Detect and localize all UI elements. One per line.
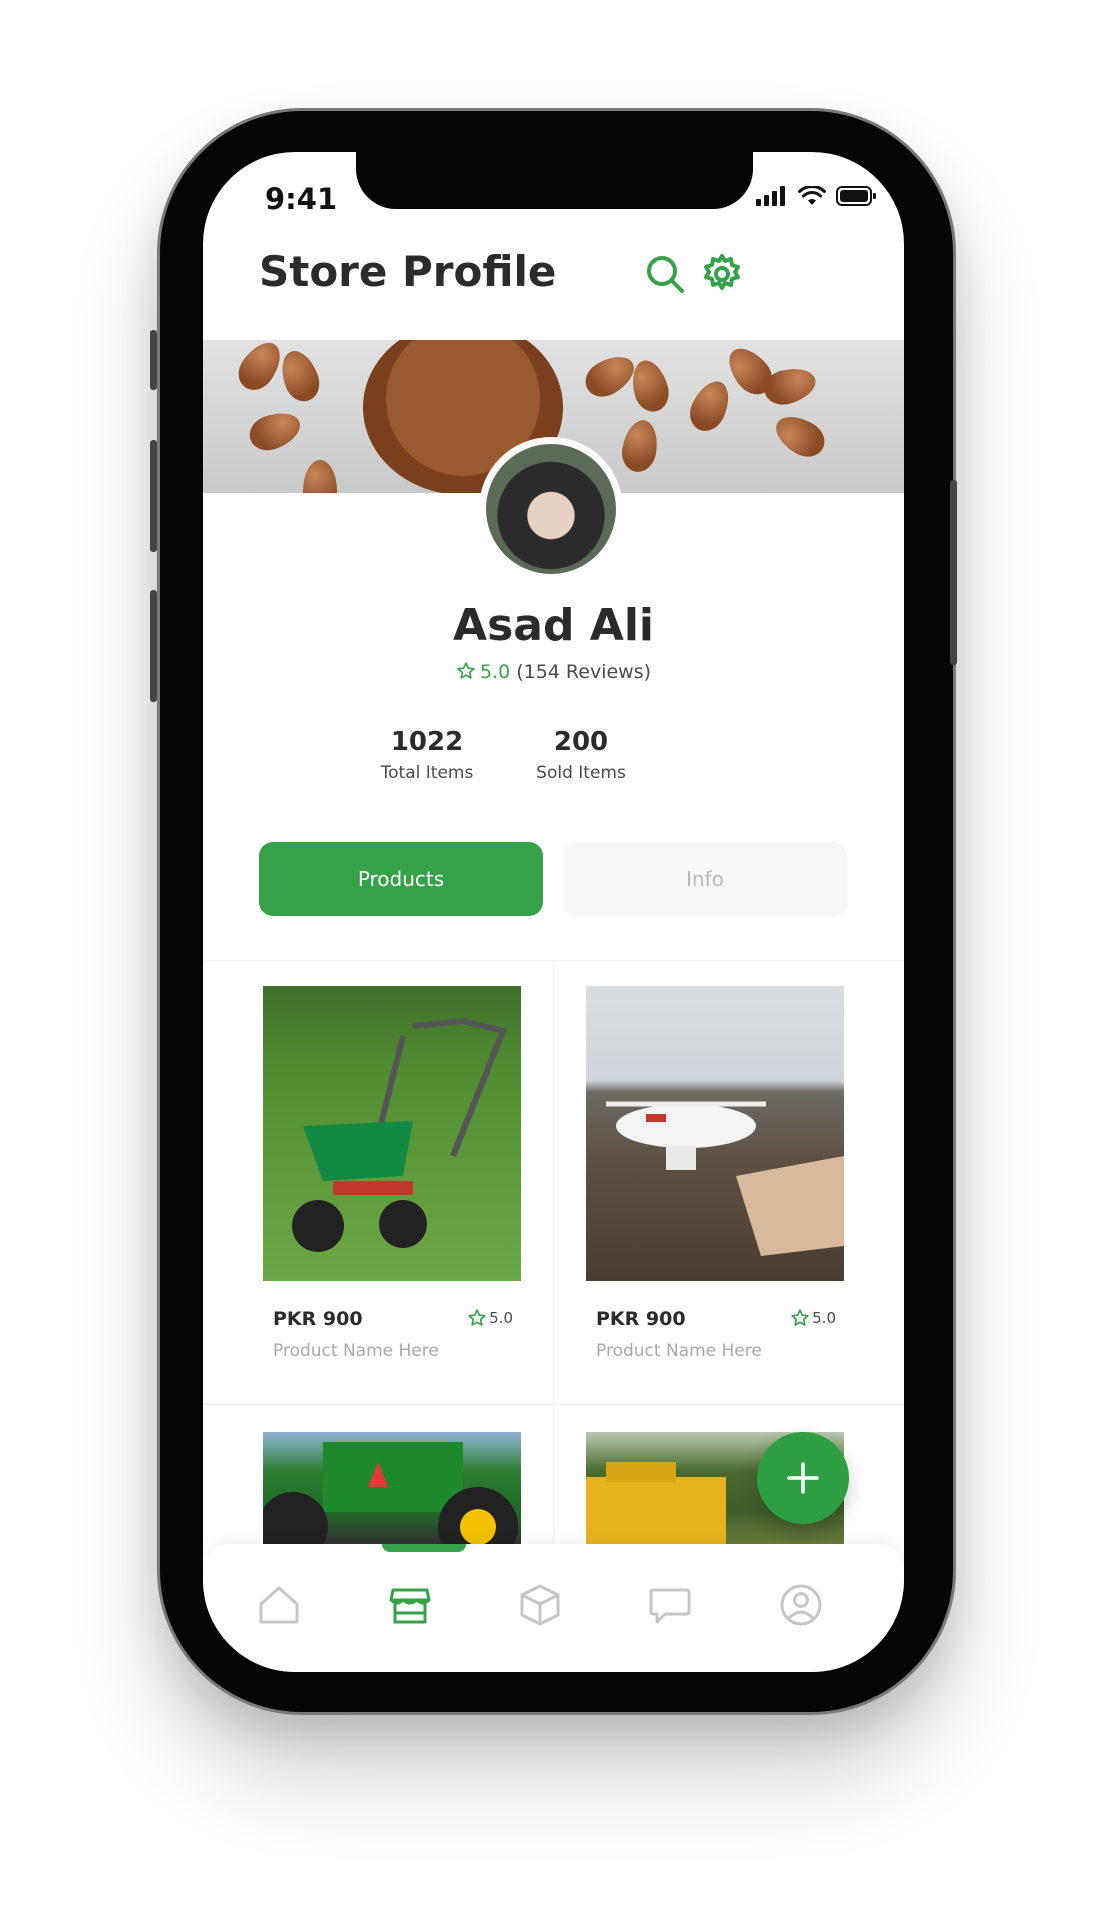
- product-name: Product Name Here: [596, 1341, 762, 1361]
- box-icon: [520, 1584, 560, 1626]
- product-rating-value: 5.0: [489, 1309, 513, 1327]
- stat-label: Total Items: [380, 763, 474, 783]
- almond: [683, 375, 737, 437]
- nav-active-indicator: [382, 1544, 466, 1552]
- wifi-icon: [798, 186, 826, 205]
- product-image: [263, 986, 521, 1281]
- product-price: PKR 900: [273, 1308, 363, 1330]
- almond: [303, 460, 337, 493]
- stat-value: 1022: [390, 727, 464, 757]
- tab-products[interactable]: Products: [259, 842, 543, 916]
- star-icon: [457, 662, 475, 679]
- review-count: (154 Reviews): [516, 661, 652, 683]
- status-time: 9:41: [265, 182, 338, 216]
- almond: [768, 408, 832, 464]
- side-button: [150, 330, 157, 390]
- battery-icon: [836, 186, 876, 206]
- product-rating: 5.0: [467, 1308, 513, 1328]
- nav-products[interactable]: [517, 1582, 563, 1628]
- search-button[interactable]: [641, 250, 689, 298]
- product-card[interactable]: [263, 1432, 521, 1544]
- star-icon: [468, 1309, 486, 1326]
- home-icon: [259, 1586, 299, 1624]
- product-image: [263, 1432, 521, 1544]
- almond: [231, 340, 289, 398]
- store-owner-name: Asad Ali: [453, 600, 654, 651]
- spreader-illustration: [292, 1017, 508, 1252]
- stat-sold-items: 200 Sold Items: [501, 727, 661, 783]
- side-button: [950, 480, 957, 665]
- stat-value: 200: [553, 727, 609, 757]
- almond: [244, 406, 306, 456]
- nav-messages[interactable]: [647, 1582, 693, 1628]
- rating-score: 5.0: [479, 661, 511, 683]
- tractor-illustration: [263, 1442, 518, 1544]
- chat-icon: [649, 1588, 691, 1624]
- notch: [356, 152, 753, 209]
- rating-row: 5.0 (154 Reviews): [203, 661, 904, 683]
- product-card[interactable]: PKR 900 5.0 Product Name Here: [586, 986, 844, 1376]
- nav-home[interactable]: [256, 1582, 302, 1628]
- grid-divider: [203, 1404, 904, 1405]
- product-price: PKR 900: [596, 1308, 686, 1330]
- bottom-nav: [203, 1544, 904, 1672]
- drone-illustration: [606, 1101, 844, 1256]
- stat-total-items: 1022 Total Items: [347, 727, 507, 783]
- side-button: [150, 440, 157, 552]
- avatar[interactable]: [479, 437, 623, 581]
- app-screen: 9:41 Store Profile Asad Ali 5.0 (154 Rev…: [203, 152, 904, 1672]
- gear-icon: [704, 254, 740, 290]
- star-icon: [791, 1309, 809, 1326]
- search-icon: [647, 256, 684, 293]
- almond: [275, 345, 325, 407]
- store-icon: [389, 1588, 431, 1624]
- profile-icon: [780, 1584, 822, 1626]
- signal-icon: [756, 186, 785, 206]
- product-image: [586, 986, 844, 1281]
- stat-label: Sold Items: [536, 763, 626, 783]
- grid-divider: [553, 960, 554, 1560]
- status-icons: [756, 186, 876, 206]
- avatar-photo: [486, 444, 616, 574]
- add-product-button[interactable]: [757, 1432, 849, 1524]
- settings-button[interactable]: [698, 250, 746, 298]
- nav-profile[interactable]: [778, 1582, 824, 1628]
- nav-store[interactable]: [387, 1582, 433, 1628]
- product-name: Product Name Here: [273, 1341, 439, 1361]
- almond: [578, 348, 642, 404]
- product-rating-value: 5.0: [812, 1309, 836, 1327]
- almond: [618, 417, 662, 475]
- plus-icon: [787, 1462, 819, 1494]
- product-rating: 5.0: [790, 1308, 836, 1328]
- page-title: Store Profile: [259, 247, 557, 296]
- side-button: [150, 590, 157, 702]
- product-card[interactable]: PKR 900 5.0 Product Name Here: [263, 986, 521, 1376]
- tab-info[interactable]: Info: [563, 842, 847, 916]
